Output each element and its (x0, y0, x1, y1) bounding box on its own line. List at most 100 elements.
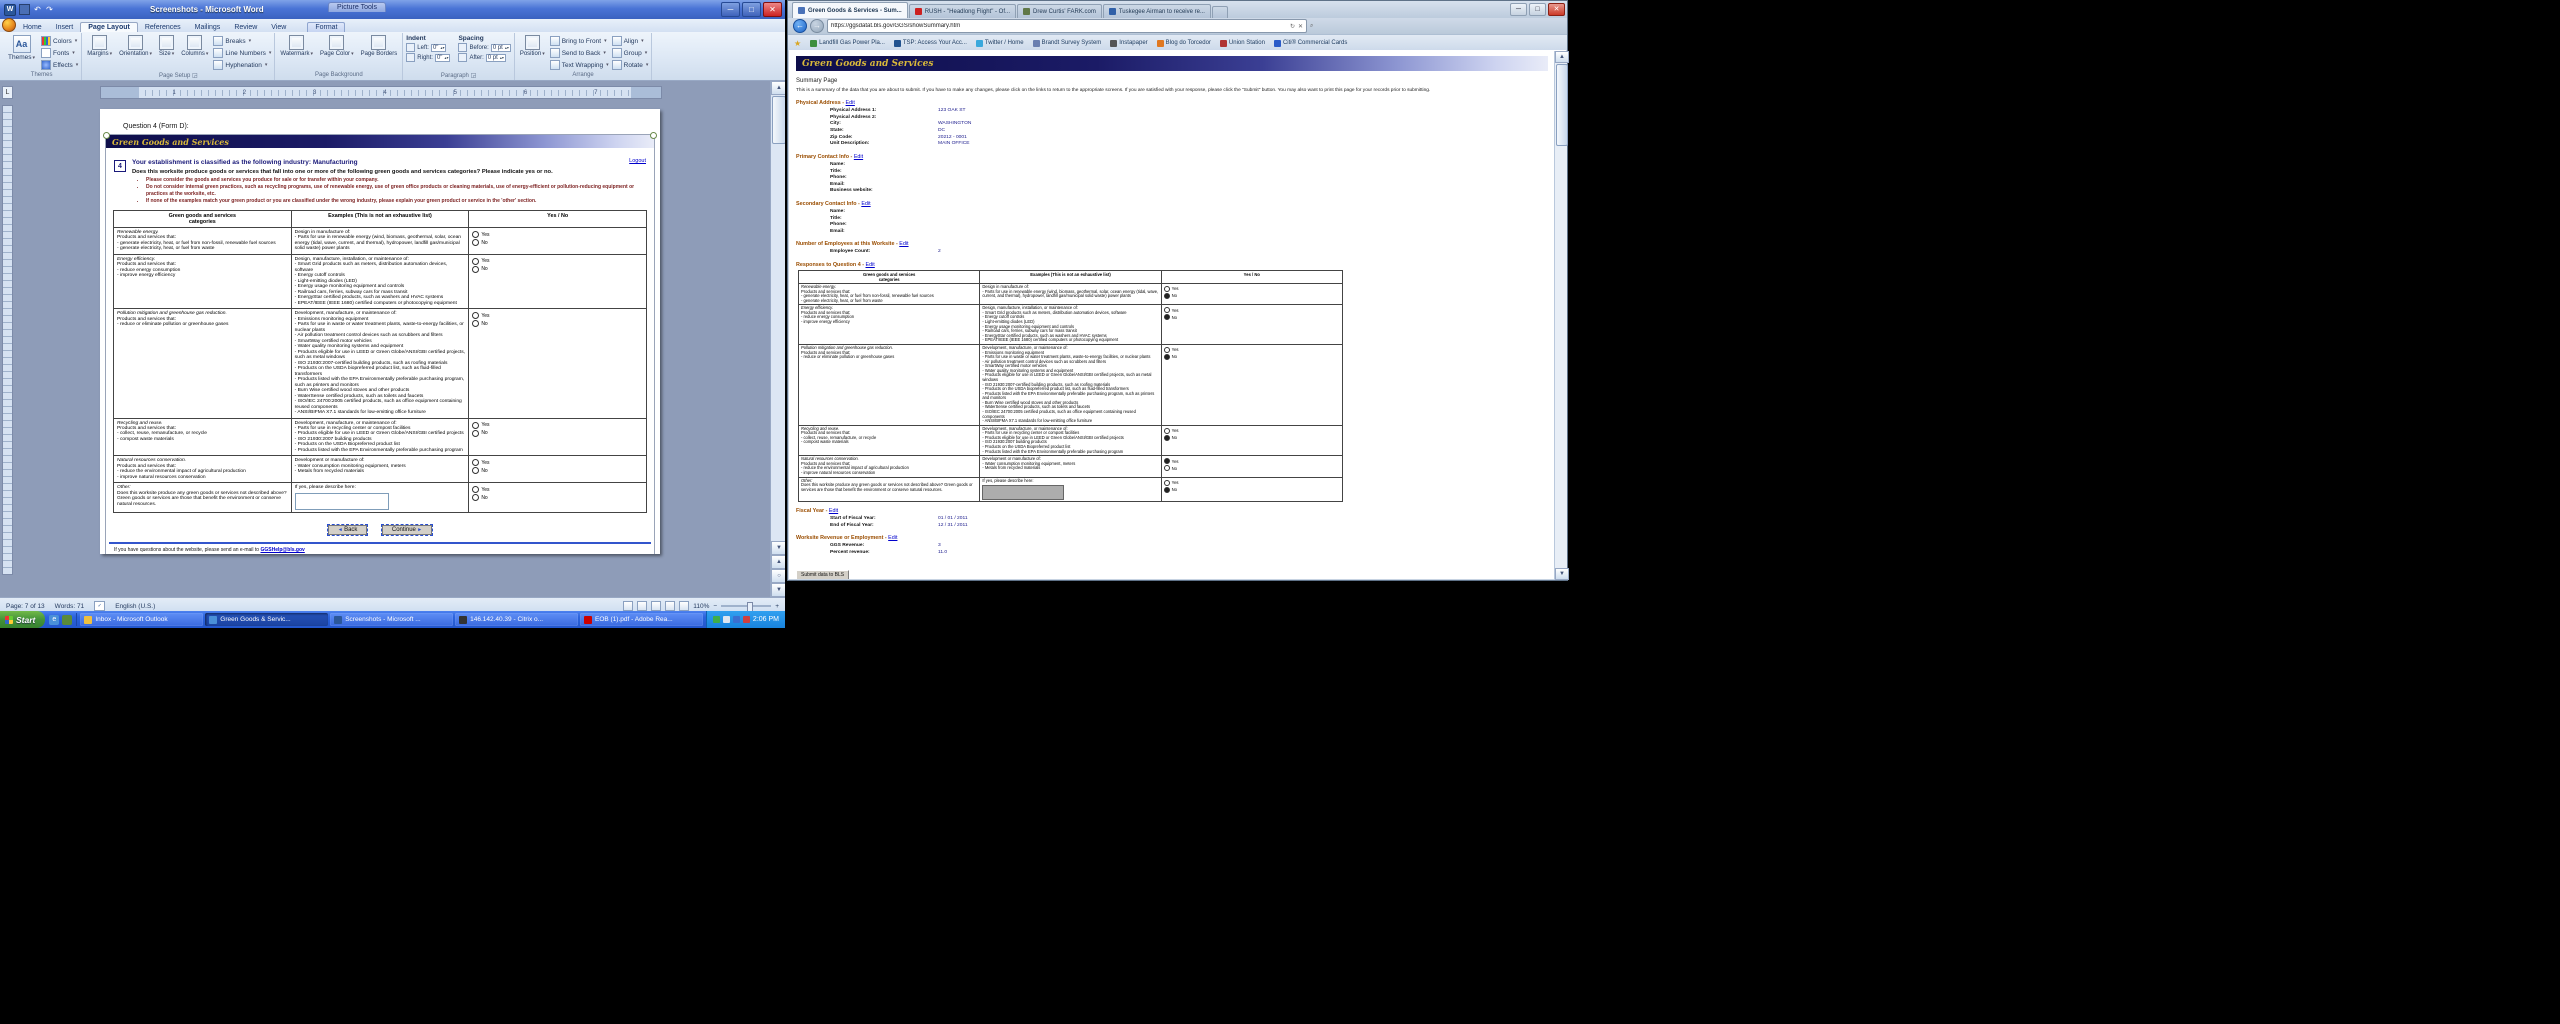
scroll-down-icon[interactable]: ▼ (771, 541, 785, 555)
zoom-out-icon[interactable]: − (713, 603, 717, 610)
edit-link[interactable]: Edit (829, 508, 838, 514)
tab-selector[interactable]: L (2, 86, 13, 99)
radio-no[interactable] (472, 266, 479, 273)
page-borders-button[interactable]: Page Borders (359, 34, 400, 58)
favorite-item[interactable]: Blog do Torcedor (1157, 40, 1211, 47)
tab-mailings[interactable]: Mailings (188, 23, 228, 32)
stepper-icon[interactable]: ▴▾ (440, 46, 444, 50)
office-button[interactable] (2, 18, 16, 32)
radio-yes[interactable] (1164, 458, 1170, 464)
spacing-before-input[interactable]: 0 pt▴▾ (491, 44, 511, 52)
back-button[interactable]: ◄ Back (328, 525, 368, 535)
theme-colors-button[interactable]: Colors▾ (41, 36, 78, 46)
selection-handle[interactable] (103, 132, 110, 139)
show-desktop-icon[interactable] (62, 615, 72, 625)
url-text[interactable]: https://ggsdatat.bls.gov/GGS/showSummary… (831, 23, 1287, 29)
outline-view-icon[interactable] (665, 601, 675, 611)
radio-no[interactable] (1164, 293, 1170, 299)
page-indicator[interactable]: Page: 7 of 13 (6, 603, 45, 610)
radio-no[interactable] (1164, 465, 1170, 471)
radio-yes[interactable] (1164, 347, 1170, 353)
maximize-button[interactable]: □ (1529, 3, 1546, 16)
tab-review[interactable]: Review (227, 23, 264, 32)
zoom-slider-thumb[interactable] (747, 602, 753, 611)
volume-tray-icon[interactable] (723, 616, 730, 623)
scrollbar-thumb[interactable] (772, 96, 785, 144)
close-button[interactable]: ✕ (763, 2, 782, 17)
watermark-button[interactable]: Watermark▾ (278, 34, 315, 58)
group-button[interactable]: Group▾ (612, 48, 649, 58)
antivirus-tray-icon[interactable] (743, 616, 750, 623)
network-tray-icon[interactable] (733, 616, 740, 623)
embedded-form-image[interactable]: Green Goods and Services Logout 4 Your e… (105, 134, 655, 554)
continue-button[interactable]: Continue ► (382, 525, 432, 535)
radio-no[interactable] (1164, 435, 1170, 441)
align-button[interactable]: Align▾ (612, 36, 649, 46)
browser-tab[interactable]: RUSH - "Headlong Flight" - Of... (909, 4, 1016, 18)
margins-button[interactable]: Margins▾ (85, 34, 114, 58)
spacing-after-input[interactable]: 0 pt▴▾ (486, 54, 506, 62)
zoom-slider[interactable] (721, 605, 771, 607)
browser-tab[interactable]: Tuskegee Airman to receive re... (1103, 4, 1211, 18)
favorite-item[interactable]: Citi® Commercial Cards (1274, 40, 1347, 47)
scrollbar-thumb[interactable] (1556, 64, 1568, 146)
save-icon[interactable] (19, 4, 30, 15)
text-wrapping-button[interactable]: Text Wrapping▾ (550, 60, 609, 70)
radio-no[interactable] (1164, 354, 1170, 360)
themes-button[interactable]: Aa Themes▾ (5, 34, 38, 62)
radio-no[interactable] (1164, 314, 1170, 320)
vertical-ruler[interactable] (2, 105, 13, 575)
page-scrollbar[interactable]: ▲ ▼ (1554, 51, 1567, 580)
edit-link[interactable]: Edit (888, 535, 897, 541)
language-indicator[interactable]: English (U.S.) (115, 603, 155, 610)
start-button[interactable]: Start (0, 611, 45, 628)
print-layout-view-icon[interactable] (623, 601, 633, 611)
radio-no[interactable] (472, 320, 479, 327)
web-layout-view-icon[interactable] (651, 601, 661, 611)
spellcheck-icon[interactable]: ✓ (94, 601, 105, 611)
taskbar-button[interactable]: EOB (1).pdf - Adobe Rea... (580, 613, 703, 626)
search-icon[interactable]: ⌕ (1310, 23, 1313, 30)
edit-link[interactable]: Edit (846, 100, 855, 106)
edit-link[interactable]: Edit (861, 201, 870, 207)
radio-yes[interactable] (472, 231, 479, 238)
radio-no[interactable] (472, 467, 479, 474)
theme-fonts-button[interactable]: Fonts▾ (41, 48, 78, 58)
page-color-button[interactable]: Page Color▾ (318, 34, 356, 58)
radio-yes[interactable] (472, 258, 479, 265)
taskbar-button[interactable]: Green Goods & Servic... (205, 613, 328, 626)
minimize-button[interactable]: ─ (1510, 3, 1527, 16)
other-description-input[interactable] (295, 493, 389, 510)
next-page-button[interactable]: ▼ (771, 583, 785, 597)
size-button[interactable]: Size▾ (157, 34, 176, 58)
taskbar-button[interactable]: Inbox - Microsoft Outlook (80, 613, 203, 626)
radio-yes[interactable] (1164, 286, 1170, 292)
edit-link[interactable]: Edit (866, 262, 875, 268)
radio-yes[interactable] (472, 486, 479, 493)
favorite-item[interactable]: Brandt Survey System (1033, 40, 1102, 47)
stepper-icon[interactable]: ▴▾ (500, 56, 504, 60)
submit-button[interactable]: Submit data to BLS (796, 570, 849, 579)
url-input[interactable]: https://ggsdatat.bls.gov/GGS/showSummary… (827, 19, 1307, 33)
other-description-input[interactable] (982, 485, 1064, 500)
rotate-button[interactable]: Rotate▾ (612, 60, 649, 70)
undo-icon[interactable]: ↶ (33, 5, 42, 14)
send-to-back-button[interactable]: Send to Back▾ (550, 48, 609, 58)
redo-icon[interactable]: ↷ (45, 5, 54, 14)
new-tab-button[interactable] (1212, 6, 1228, 18)
word-count[interactable]: Words: 71 (55, 603, 85, 610)
stop-icon[interactable]: ✕ (1298, 23, 1303, 30)
radio-no[interactable] (472, 494, 479, 501)
minimize-button[interactable]: ─ (721, 2, 740, 17)
radio-yes[interactable] (472, 312, 479, 319)
maximize-button[interactable]: □ (742, 2, 761, 17)
help-email-link[interactable]: GGSHelp@bls.gov (260, 547, 304, 553)
radio-yes[interactable] (1164, 307, 1170, 313)
stepper-icon[interactable]: ▴▾ (505, 46, 509, 50)
draft-view-icon[interactable] (679, 601, 689, 611)
tab-insert[interactable]: Insert (49, 23, 81, 32)
forward-button[interactable]: → (810, 19, 824, 33)
horizontal-ruler[interactable]: 1234567 (100, 86, 662, 99)
security-tray-icon[interactable] (713, 616, 720, 623)
line-numbers-button[interactable]: Line Numbers▾ (213, 48, 271, 58)
